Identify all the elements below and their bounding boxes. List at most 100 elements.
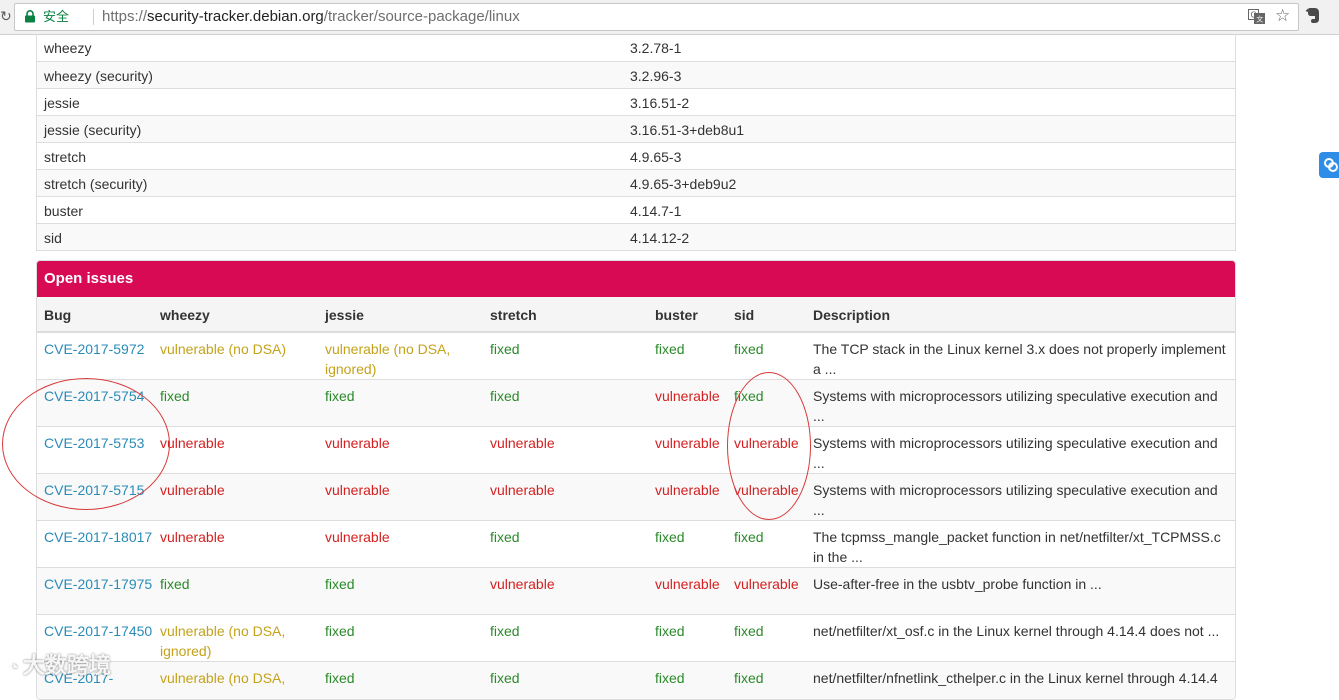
status-buster: vulnerable [655,435,720,451]
status-wheezy: fixed [160,388,190,404]
status-wheezy: vulnerable (no DSA) [160,341,287,357]
suite-row: stretch 4.9.65-3 [37,142,1235,169]
status-buster: fixed [655,623,685,639]
suite-version: 3.2.78-1 [630,40,682,56]
bug-link[interactable]: CVE-2017-5715 [44,480,154,500]
status-wheezy: fixed [160,576,190,592]
secure-label: 安全 [43,9,70,24]
issue-row: CVE-2017- vulnerable (no DSA, fixed fixed fi… [37,661,1235,699]
status-sid: fixed [734,529,764,545]
watermark-mark-icon: ◔ [8,657,19,677]
issue-row: CVE-2017-17450 vulnerable (no DSA, ignore… [37,614,1235,661]
status-wheezy: vulnerable (no DSA, ignored) [160,623,286,659]
status-wheezy: vulnerable [160,482,225,498]
issue-description: net/netfilter/xt_osf.c in the Linux kern… [813,623,1220,639]
suite-name: stretch (security) [44,176,148,192]
status-stretch: fixed [490,388,520,404]
status-buster: fixed [655,670,685,686]
suite-row: wheezy 3.2.78-1 [37,34,1235,61]
issue-description: Systems with microprocessors utilizing s… [813,482,1218,518]
suite-versions-table: wheezy 3.2.78-1 wheezy (security) 3.2.96-3 j… [36,34,1236,251]
issues-table-header: Bug wheezy jessie stretch buster sid Des… [37,297,1235,333]
reload-icon[interactable]: ↻ [0,8,12,24]
suite-name: sid [44,230,62,246]
suite-version: 3.16.51-2 [630,95,690,111]
bug-link[interactable]: CVE-2017-5753 [44,433,154,453]
suite-version: 4.14.7-1 [630,203,682,219]
issue-row: CVE-2017-5753 vulnerable vulnerable vulnera… [37,426,1235,473]
status-stretch: vulnerable [490,576,555,592]
issue-description: Systems with microprocessors utilizing s… [813,388,1218,424]
issue-row: CVE-2017-5715 vulnerable vulnerable vulnera… [37,473,1235,520]
status-stretch: vulnerable [490,482,555,498]
status-jessie: vulnerable [325,482,390,498]
issue-description: The TCP stack in the Linux kernel 3.x do… [813,341,1226,377]
status-sid: fixed [734,341,764,357]
open-issues-title: Open issues [44,270,134,287]
translate-icon[interactable]: G 文 [1248,9,1265,24]
issue-description: net/netfilter/nfnetlink_cthelper.c in th… [813,670,1218,686]
column-header-wheezy: wheezy [160,307,210,323]
svg-text:文: 文 [1256,15,1263,24]
issue-row: CVE-2017-18017 vulnerable vulnerable fixed f… [37,520,1235,567]
column-header-stretch: stretch [490,307,537,323]
status-wheezy: vulnerable [160,435,225,451]
issue-row: CVE-2017-5754 fixed fixed fixed vulnerable fi… [37,379,1235,426]
issues-table-body: CVE-2017-5972 vulnerable (no DSA) vulnerab… [37,332,1235,699]
url-host: security-tracker.debian.org [147,8,324,25]
bug-link[interactable]: CVE-2017-17450 [44,621,154,641]
suite-name: stretch [44,149,87,165]
status-jessie: fixed [325,670,355,686]
url-scheme: https:// [102,8,148,25]
status-jessie: fixed [325,623,355,639]
status-jessie: vulnerable [325,435,390,451]
suite-name: wheezy (security) [44,68,153,84]
status-sid: vulnerable [734,435,799,451]
suite-row: stretch (security) 4.9.65-3+deb9u2 [37,169,1235,196]
browser-toolbar: ↻ 安全 https://security-tracker.debian.org… [0,0,1339,35]
suite-version: 4.14.12-2 [630,230,690,246]
lock-icon [25,10,35,23]
status-buster: vulnerable [655,482,720,498]
column-header-description: Description [813,307,891,323]
status-stretch: fixed [490,529,520,545]
watermark-text: 大数跨境 [22,653,111,678]
status-wheezy: vulnerable [160,529,225,545]
status-buster: fixed [655,529,685,545]
side-link-button[interactable] [1319,152,1339,178]
bug-link[interactable]: CVE-2017-5972 [44,339,154,359]
suite-name: jessie (security) [44,122,142,138]
status-jessie: fixed [325,576,355,592]
status-sid: fixed [734,623,764,639]
status-jessie: fixed [325,388,355,404]
open-issues-header: Open issues [37,261,1235,297]
suite-row: buster 4.14.7-1 [37,196,1235,223]
status-stretch: fixed [490,341,520,357]
suite-row: jessie (security) 3.16.51-3+deb8u1 [37,115,1235,142]
suite-name: wheezy [44,40,92,56]
star-icon[interactable]: ☆ [1275,6,1290,26]
url-text[interactable]: https://security-tracker.debian.org/trac… [102,8,520,26]
address-bar[interactable]: 安全 https://security-tracker.debian.org/t… [14,3,1299,31]
bug-link[interactable]: CVE-2017-17975 [44,574,154,594]
evernote-icon[interactable] [1305,7,1321,24]
open-issues-panel: Open issues Bug wheezy jessie stretch bu… [36,260,1236,700]
suite-row: jessie 3.16.51-2 [37,88,1235,115]
issue-row: CVE-2017-17975 fixed fixed vulnerable vulner… [37,567,1235,614]
suite-name: buster [44,203,83,219]
url-path: /tracker/source-package/linux [323,8,520,25]
bug-link[interactable]: CVE-2017-5754 [44,386,154,406]
status-buster: fixed [655,341,685,357]
suite-version: 4.9.65-3 [630,149,682,165]
link-icon [1324,158,1338,172]
status-stretch: vulnerable [490,435,555,451]
issue-description: Systems with microprocessors utilizing s… [813,435,1218,471]
suite-row: wheezy (security) 3.2.96-3 [37,61,1235,88]
column-header-buster: buster [655,307,698,323]
suite-version: 3.16.51-3+deb8u1 [630,122,745,138]
status-jessie: vulnerable [325,529,390,545]
status-stretch: fixed [490,670,520,686]
suite-version: 4.9.65-3+deb9u2 [630,176,737,192]
bug-link[interactable]: CVE-2017-18017 [44,527,154,547]
column-header-jessie: jessie [325,307,364,323]
